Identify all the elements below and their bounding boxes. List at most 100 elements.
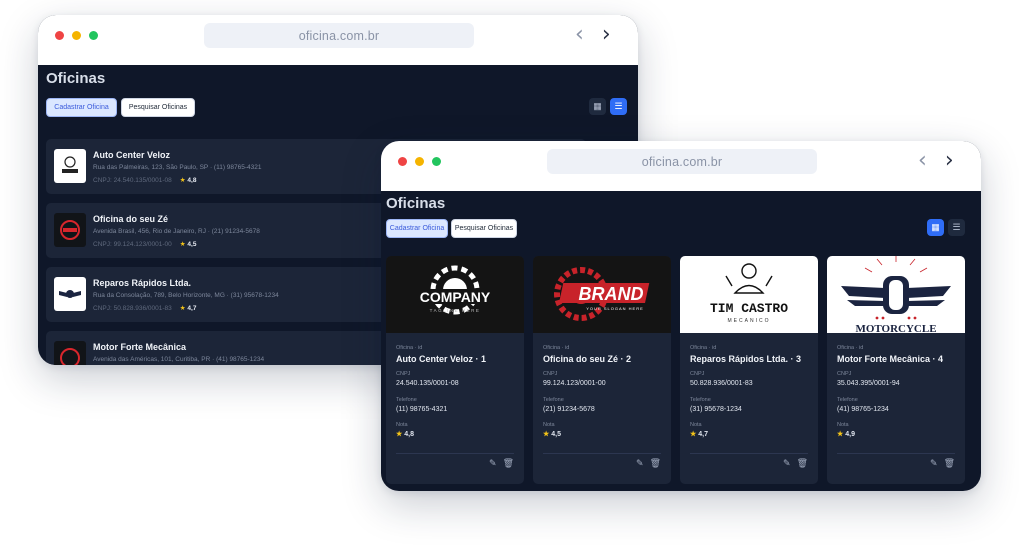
workshop-card[interactable]: MOTORCYCLE Oficina · id Motor Forte Mecâ… [827, 256, 965, 484]
workshop-meta: CNPJ: 99.124.123/0001-00 ★ 4,5 [93, 241, 197, 248]
forward-arrow-icon[interactable]: › [602, 24, 611, 46]
trash-icon[interactable]: 🗑 [797, 459, 808, 469]
logo-tagline-text: TAGLINE HERE [430, 308, 481, 313]
browser-toolbar: oficina.com.br ‹ › [38, 15, 638, 65]
search-workshops-button[interactable]: Pesquisar Oficinas [451, 219, 517, 238]
card-kicker: Oficina · id [690, 345, 717, 351]
star-icon: ★ [543, 431, 550, 438]
phone-label: Telefone [690, 397, 711, 403]
address-bar[interactable]: oficina.com.br [204, 23, 474, 48]
card-actions: ✎ 🗑 [489, 459, 514, 469]
phone-value: (11) 98765-4321 [396, 406, 448, 413]
logo-timcastro-text: TIM CASTRO [710, 301, 788, 316]
workshop-name: Reparos Rápidos Ltda. [93, 278, 192, 288]
star-icon: ★ [837, 431, 844, 438]
divider [690, 453, 808, 454]
window-controls [398, 157, 441, 166]
workshop-address: Avenida das Américas, 101, Curitiba, PR … [93, 356, 265, 363]
address-bar[interactable]: oficina.com.br [547, 149, 817, 174]
back-arrow-icon[interactable]: ‹ [575, 24, 584, 46]
phone-label: Telefone [396, 397, 417, 403]
rating-value: ★ 4,8 [396, 431, 414, 438]
phone-label: Telefone [837, 397, 858, 403]
cnpj-value: 35.043.395/0001-94 [837, 380, 900, 387]
workshop-logo [54, 213, 86, 247]
workshop-address: Rua das Palmeiras, 123, São Paulo, SP · … [93, 164, 262, 171]
rating-value: ★ 4,9 [837, 431, 855, 438]
browser-toolbar: oficina.com.br ‹ › [381, 141, 981, 191]
pencil-icon[interactable]: ✎ [636, 459, 644, 469]
trash-icon[interactable]: 🗑 [650, 459, 661, 469]
workshop-card[interactable]: BRAND YOUR SLOGAN HERE Oficina · id Ofic… [533, 256, 671, 484]
register-workshop-button[interactable]: Cadastrar Oficina [46, 98, 117, 117]
minimize-dot[interactable] [415, 157, 424, 166]
star-icon: ★ [179, 305, 186, 312]
rating-value: ★ 4,5 [543, 431, 561, 438]
forward-arrow-icon[interactable]: › [945, 150, 954, 172]
list-view-icon[interactable]: ☰ [610, 98, 627, 115]
list-view-icon[interactable]: ☰ [948, 219, 965, 236]
cnpj-label: CNPJ [543, 371, 558, 377]
phone-label: Telefone [543, 397, 564, 403]
logo-mecanico-text: MECANICO [728, 318, 771, 324]
trash-icon[interactable]: 🗑 [944, 459, 955, 469]
cnpj-label: CNPJ [396, 371, 411, 377]
browser-window-grid: oficina.com.br ‹ › Oficinas Cadastrar Of… [381, 141, 981, 491]
pencil-icon[interactable]: ✎ [783, 459, 791, 469]
back-arrow-icon[interactable]: ‹ [918, 150, 927, 172]
grid-view-icon[interactable]: ▦ [927, 219, 944, 236]
card-kicker: Oficina · id [837, 345, 864, 351]
card-actions: ✎ 🗑 [930, 459, 955, 469]
logo-brand-text: BRAND [579, 284, 644, 304]
minimize-dot[interactable] [72, 31, 81, 40]
workshop-name: Motor Forte Mecânica [93, 342, 187, 352]
card-actions: ✎ 🗑 [636, 459, 661, 469]
workshop-name: Oficina do seu Zé [93, 214, 169, 224]
phone-value: (41) 98765-1234 [837, 406, 889, 413]
cnpj-label: CNPJ [690, 371, 705, 377]
workshop-card[interactable]: TIM CASTRO MECANICO Oficina · id Reparos… [680, 256, 818, 484]
divider [396, 453, 514, 454]
maximize-dot[interactable] [432, 157, 441, 166]
card-title: Reparos Rápidos Ltda. · 3 [690, 354, 802, 364]
workshop-meta: CNPJ: 24.540.135/0001-08 ★ 4,8 [93, 177, 197, 184]
logo-company-text: COMPANY [420, 289, 491, 305]
stage: oficina.com.br ‹ › Oficinas Cadastrar Of… [0, 0, 1019, 554]
rating-value: ★ 4,7 [690, 431, 708, 438]
workshop-logo: BRAND YOUR SLOGAN HERE [533, 256, 671, 333]
rating-label: Nota [543, 422, 555, 428]
page-title: Oficinas [46, 70, 106, 87]
workshop-logo: TIM CASTRO MECANICO [680, 256, 818, 333]
workshop-logo [54, 341, 86, 365]
trash-icon[interactable]: 🗑 [503, 459, 514, 469]
nav-arrows: ‹ › [575, 24, 611, 46]
search-workshops-button[interactable]: Pesquisar Oficinas [121, 98, 195, 117]
cnpj-value: 50.828.936/0001-83 [690, 380, 753, 387]
workshop-logo: MOTORCYCLE [827, 256, 965, 333]
pencil-icon[interactable]: ✎ [489, 459, 497, 469]
phone-value: (31) 95678-1234 [690, 406, 742, 413]
register-workshop-button[interactable]: Cadastrar Oficina [386, 219, 448, 238]
workshop-card[interactable]: COMPANY TAGLINE HERE Oficina · id Auto C… [386, 256, 524, 484]
card-kicker: Oficina · id [543, 345, 570, 351]
card-actions: ✎ 🗑 [783, 459, 808, 469]
workshop-address: Avenida Brasil, 456, Rio de Janeiro, RJ … [93, 228, 260, 235]
star-icon: ★ [396, 431, 403, 438]
card-title: Auto Center Veloz · 1 [396, 354, 487, 364]
divider [543, 453, 661, 454]
window-controls [55, 31, 98, 40]
workshop-logo: COMPANY TAGLINE HERE [386, 256, 524, 333]
star-icon: ★ [179, 177, 186, 184]
star-icon: ★ [179, 241, 186, 248]
card-kicker: Oficina · id [396, 345, 423, 351]
card-title: Motor Forte Mecânica · 4 [837, 354, 944, 364]
star-icon: ★ [690, 431, 697, 438]
view-toggle: ▦ ☰ [589, 98, 627, 115]
pencil-icon[interactable]: ✎ [930, 459, 938, 469]
close-dot[interactable] [55, 31, 64, 40]
nav-arrows: ‹ › [918, 150, 954, 172]
logo-motorcycle-text: MOTORCYCLE [855, 323, 936, 333]
close-dot[interactable] [398, 157, 407, 166]
grid-view-icon[interactable]: ▦ [589, 98, 606, 115]
maximize-dot[interactable] [89, 31, 98, 40]
